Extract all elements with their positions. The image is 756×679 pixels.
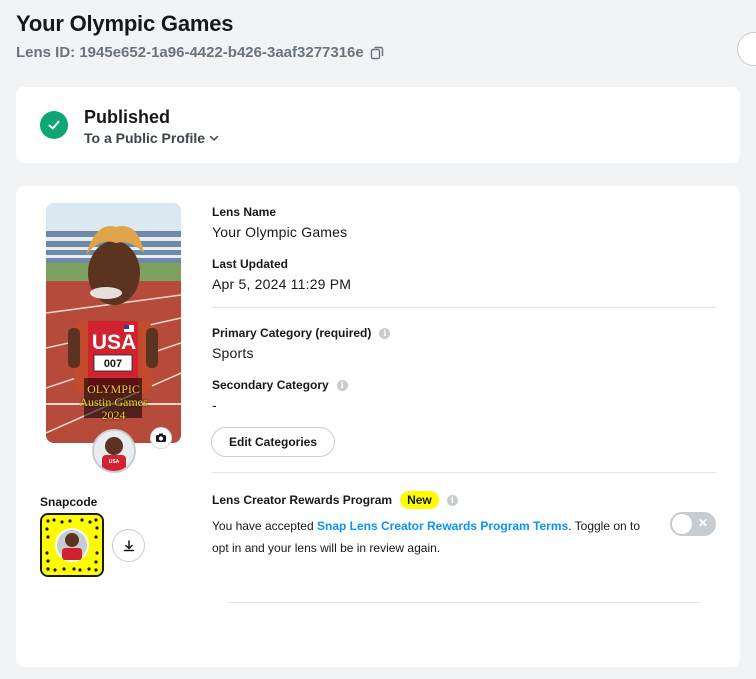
toggle-knob: [672, 514, 692, 534]
rewards-opt-in-toggle[interactable]: ✕: [670, 512, 716, 536]
info-icon[interactable]: i: [446, 494, 458, 506]
lens-id: Lens ID: 1945e652-1a96-4422-b426-3aaf327…: [16, 44, 384, 61]
rewards-title: Lens Creator Rewards Program: [212, 493, 393, 507]
more-options-button[interactable]: [737, 32, 756, 66]
secondary-category-label: Secondary Category i: [212, 378, 348, 392]
info-icon[interactable]: i: [336, 379, 348, 391]
visibility-label: To a Public Profile: [84, 130, 206, 146]
visibility-dropdown[interactable]: To a Public Profile: [84, 130, 219, 146]
avatar-text: USA: [108, 459, 120, 465]
camera-icon[interactable]: [150, 427, 172, 449]
bib-number: 007: [103, 358, 123, 370]
info-icon[interactable]: i: [379, 327, 391, 339]
lens-name-label: Lens Name: [212, 205, 277, 219]
secondary-category-value: -: [212, 397, 217, 413]
snapcode-label: Snapcode: [40, 495, 98, 509]
lens-name-value: Your Olympic Games: [212, 224, 348, 240]
new-badge: New: [400, 491, 439, 509]
last-updated-value: Apr 5, 2024 11:29 PM: [212, 276, 352, 292]
primary-category-value: Sports: [212, 345, 254, 361]
primary-category-label: Primary Category (required) i: [212, 326, 391, 340]
edit-categories-button[interactable]: Edit Categories: [211, 427, 335, 457]
jersey-text: USA: [91, 331, 137, 354]
divider: [212, 472, 716, 473]
divider: [228, 602, 700, 603]
avatar: USA: [92, 429, 136, 473]
preview-caption: OLYMPIC Austin Games 2024: [46, 383, 181, 422]
rewards-text-before: You have accepted: [212, 519, 317, 533]
caption-line-3: 2024: [101, 408, 126, 422]
divider: [212, 307, 716, 308]
copy-icon[interactable]: [370, 46, 384, 60]
snapcode-image: [40, 513, 104, 577]
primary-category-label-text: Primary Category (required): [212, 326, 372, 340]
secondary-category-label-text: Secondary Category: [212, 378, 329, 392]
last-updated-label: Last Updated: [212, 257, 289, 271]
check-icon: [40, 111, 68, 139]
close-icon: ✕: [697, 516, 708, 530]
lens-id-text: Lens ID: 1945e652-1a96-4422-b426-3aaf327…: [16, 44, 364, 61]
rewards-heading: Lens Creator Rewards Program New i: [212, 491, 458, 509]
rewards-description: You have accepted Snap Lens Creator Rewa…: [212, 515, 658, 559]
chevron-down-icon: [209, 130, 219, 146]
download-snapcode-button[interactable]: [112, 529, 145, 562]
rewards-terms-link[interactable]: Snap Lens Creator Rewards Program Terms: [317, 519, 568, 533]
download-icon: [123, 539, 134, 551]
lens-details-card: USA 007 OLYMPIC Austin Games 2024 USA Sn…: [16, 186, 740, 667]
status-title: Published: [84, 107, 171, 127]
page-title: Your Olympic Games: [16, 11, 234, 36]
status-card: Published To a Public Profile: [16, 87, 740, 163]
